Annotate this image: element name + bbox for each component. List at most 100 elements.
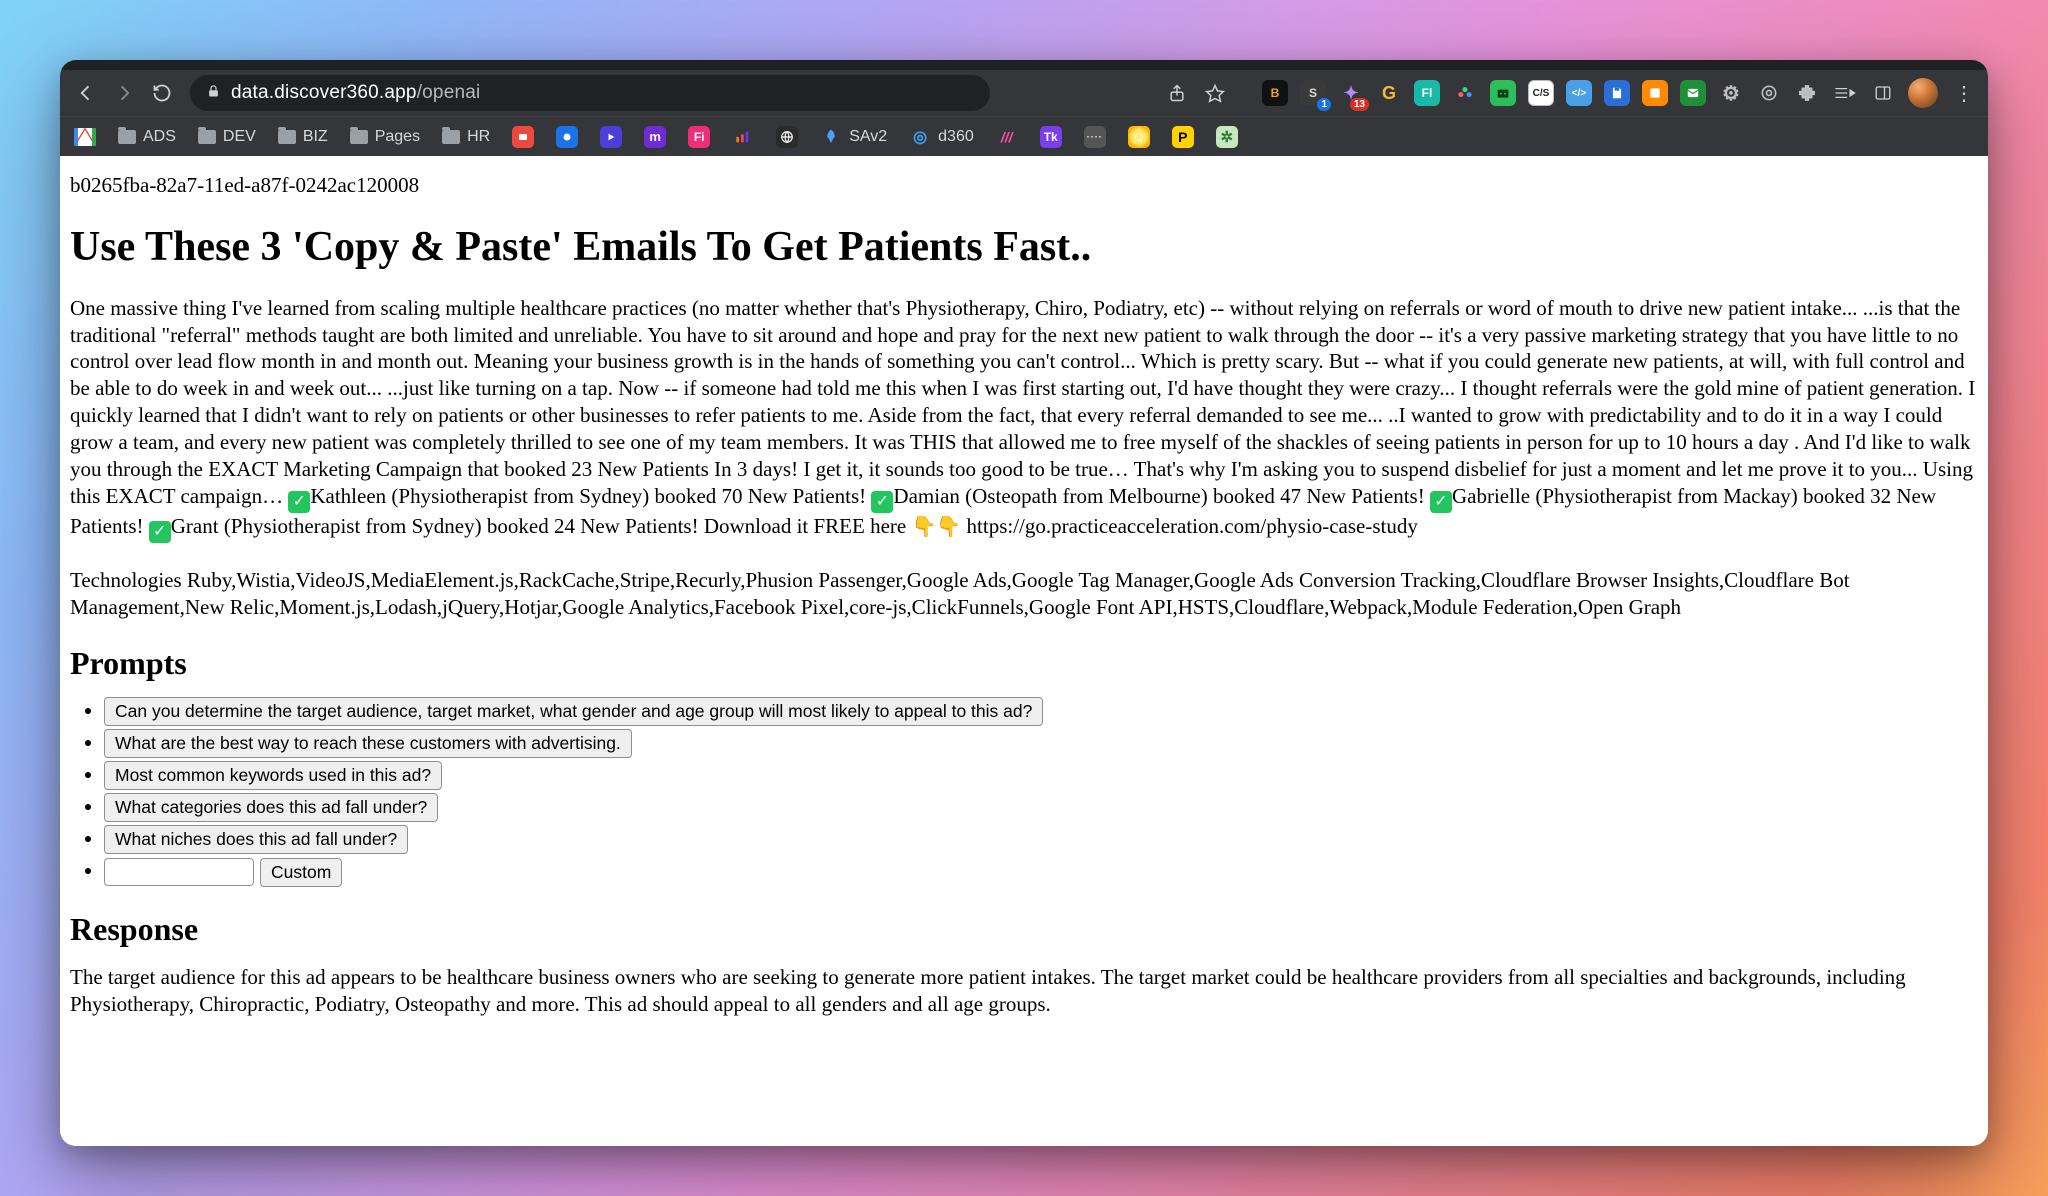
- ext-icon-g[interactable]: G: [1376, 80, 1402, 106]
- ad-body-text: One massive thing I've learned from scal…: [70, 295, 1978, 543]
- technologies-line: Technologies Ruby,Wistia,VideoJS,MediaEl…: [70, 567, 1978, 621]
- prompt-item: What are the best way to reach these cus…: [104, 729, 1980, 758]
- bookmark-icon: [776, 126, 798, 148]
- bookmark-folder-hr[interactable]: HR: [438, 126, 494, 148]
- prompt-item: What categories does this ad fall under?: [104, 793, 1980, 822]
- url-text: data.discover360.app/openai: [231, 82, 480, 104]
- ad-bullet: Grant (Physiotherapist from Sydney) book…: [171, 514, 912, 538]
- bookmark-item[interactable]: ///: [992, 124, 1022, 150]
- folder-icon: [442, 130, 460, 144]
- bookmark-label: d360: [938, 128, 974, 146]
- bookmark-item[interactable]: ☺: [1124, 124, 1154, 150]
- ext-icon-robot[interactable]: [1490, 80, 1516, 106]
- gmail-icon: [74, 128, 96, 146]
- back-button[interactable]: [70, 77, 102, 109]
- lock-icon: [206, 84, 221, 103]
- ext-icon-mail[interactable]: [1680, 80, 1706, 106]
- forward-button[interactable]: [108, 77, 140, 109]
- checkmark-icon: ✓: [149, 521, 171, 543]
- ad-bullet: Kathleen (Physiotherapist from Sydney) b…: [310, 484, 871, 508]
- ext-icon-circle[interactable]: [1756, 80, 1782, 106]
- bookmark-icon: [732, 126, 754, 148]
- ext-icon-orange[interactable]: [1642, 80, 1668, 106]
- bookmark-label: HR: [467, 128, 490, 146]
- ext-icon-save[interactable]: [1604, 80, 1630, 106]
- bookmark-item[interactable]: ····: [1080, 124, 1110, 150]
- media-control-icon[interactable]: [1832, 80, 1858, 106]
- bookmark-label: BIZ: [303, 128, 328, 146]
- bookmark-label: ADS: [143, 128, 176, 146]
- custom-prompt-input[interactable]: [104, 858, 254, 886]
- response-heading: Response: [70, 909, 1980, 950]
- bookmark-icon: ◎: [909, 126, 931, 148]
- prompt-button[interactable]: What categories does this ad fall under?: [104, 793, 438, 822]
- prompt-item-custom: Custom: [104, 857, 1980, 887]
- bookmark-icon: Fi: [688, 126, 710, 148]
- ext-icon-code[interactable]: </>: [1566, 80, 1592, 106]
- bookmark-icon: P: [1172, 126, 1194, 148]
- share-icon[interactable]: [1164, 80, 1190, 106]
- reload-button[interactable]: [146, 77, 178, 109]
- ext-icon-palette[interactable]: [1452, 80, 1478, 106]
- chrome-menu-icon[interactable]: ⋮: [1950, 81, 1978, 106]
- prompt-button[interactable]: Can you determine the target audience, t…: [104, 697, 1043, 726]
- technologies-list: Ruby,Wistia,VideoJS,MediaElement.js,Rack…: [70, 568, 1850, 619]
- ad-body-pre: One massive thing I've learned from scal…: [70, 296, 1975, 508]
- bookmark-d360[interactable]: ◎ d360: [905, 124, 978, 150]
- tab-strip: [60, 60, 1988, 70]
- prompt-item: Can you determine the target audience, t…: [104, 697, 1980, 726]
- rocket-icon: [820, 126, 842, 148]
- bookmarks-bar: ADS DEV BIZ Pages HR m Fi SAv2 ◎ d360 ///…: [60, 116, 1988, 156]
- bookmark-sav2[interactable]: SAv2: [816, 124, 891, 150]
- bookmark-item[interactable]: Tk: [1036, 124, 1066, 150]
- bookmark-label: Pages: [375, 128, 420, 146]
- bookmark-item[interactable]: ✲: [1212, 124, 1242, 150]
- extensions-icon[interactable]: [1794, 80, 1820, 106]
- bookmark-icon: [556, 126, 578, 148]
- point-down-icon: 👇👇: [911, 516, 961, 538]
- bookmark-folder-biz[interactable]: BIZ: [274, 126, 332, 148]
- prompt-button[interactable]: What niches does this ad fall under?: [104, 825, 408, 854]
- ext-icon-b[interactable]: B: [1262, 80, 1288, 106]
- bookmark-icon: ///: [996, 126, 1018, 148]
- custom-prompt-button[interactable]: Custom: [260, 858, 342, 887]
- folder-icon: [350, 130, 368, 144]
- bookmark-folder-pages[interactable]: Pages: [346, 126, 424, 148]
- bookmark-item[interactable]: [508, 124, 538, 150]
- ext-icon-s[interactable]: S1: [1300, 80, 1326, 106]
- bookmark-folder-dev[interactable]: DEV: [194, 126, 260, 148]
- ad-body-link: https://go.practiceacceleration.com/phys…: [967, 514, 1418, 538]
- side-panel-icon[interactable]: [1870, 80, 1896, 106]
- bookmark-icon: ✲: [1216, 126, 1238, 148]
- bookmark-item[interactable]: [552, 124, 582, 150]
- prompts-heading: Prompts: [70, 643, 1980, 684]
- browser-window: data.discover360.app/openai B S1 ✦13 G F…: [60, 60, 1988, 1146]
- ext-icon-fl[interactable]: Fl: [1414, 80, 1440, 106]
- prompt-button[interactable]: What are the best way to reach these cus…: [104, 729, 632, 758]
- bookmark-item[interactable]: [728, 124, 758, 150]
- bookmark-folder-ads[interactable]: ADS: [114, 126, 180, 148]
- prompts-list: Can you determine the target audience, t…: [104, 697, 1980, 887]
- page-content: b0265fba-82a7-11ed-a87f-0242ac120008 Use…: [60, 156, 1988, 1146]
- bookmark-item[interactable]: [772, 124, 802, 150]
- ext-icon-cs[interactable]: C/S: [1528, 80, 1554, 106]
- ext-icon-diamond[interactable]: ✦13: [1338, 80, 1364, 106]
- bookmark-item[interactable]: Fi: [684, 124, 714, 150]
- bookmark-item[interactable]: [596, 124, 626, 150]
- profile-avatar[interactable]: [1908, 78, 1938, 108]
- prompt-item: What niches does this ad fall under?: [104, 825, 1980, 854]
- bookmark-item[interactable]: m: [640, 124, 670, 150]
- bookmark-icon: m: [644, 126, 666, 148]
- ext-icon-gear[interactable]: ⚙: [1718, 80, 1744, 106]
- bookmark-item[interactable]: P: [1168, 124, 1198, 150]
- bookmark-star-icon[interactable]: [1202, 80, 1228, 106]
- prompt-button[interactable]: Most common keywords used in this ad?: [104, 761, 442, 790]
- address-bar[interactable]: data.discover360.app/openai: [190, 75, 990, 111]
- folder-icon: [118, 130, 136, 144]
- bookmark-icon: [512, 126, 534, 148]
- record-id: b0265fba-82a7-11ed-a87f-0242ac120008: [70, 172, 1980, 199]
- browser-toolbar: data.discover360.app/openai B S1 ✦13 G F…: [60, 70, 1988, 116]
- bookmark-gmail[interactable]: [70, 126, 100, 148]
- checkmark-icon: ✓: [288, 491, 310, 513]
- page-title: Use These 3 'Copy & Paste' Emails To Get…: [70, 221, 1980, 275]
